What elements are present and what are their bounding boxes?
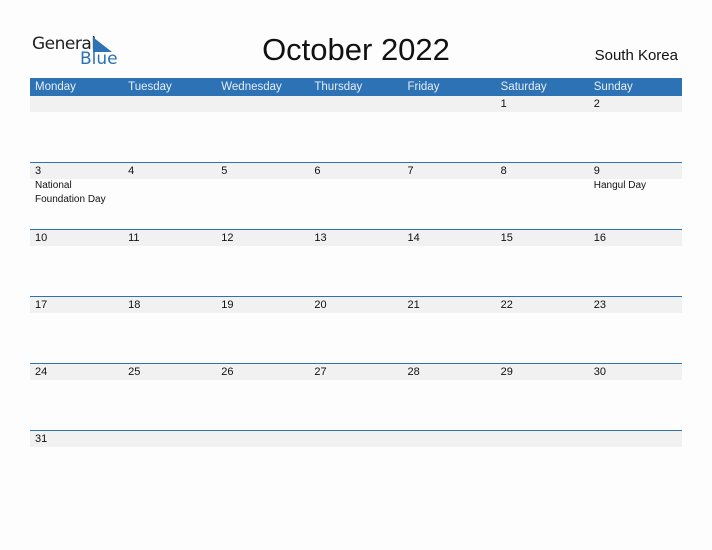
day-number[interactable]	[496, 431, 589, 447]
week-row: 12	[30, 96, 682, 112]
day-number[interactable]	[309, 96, 402, 112]
events-row: National Foundation Day Hangul Day	[30, 179, 682, 207]
day-number[interactable]: 1	[496, 96, 589, 112]
date-strip: 17 18 19 20 21 22 23	[30, 297, 682, 313]
day-number[interactable]	[403, 96, 496, 112]
weekday-tuesday: Tuesday	[128, 81, 172, 93]
weekday-saturday: Saturday	[500, 81, 547, 93]
weekday-monday: Monday	[35, 81, 76, 93]
day-number[interactable]: 13	[309, 230, 402, 246]
day-number[interactable]: 4	[123, 163, 216, 179]
holiday-label	[496, 179, 589, 207]
day-number[interactable]: 7	[403, 163, 496, 179]
weekday-header: Monday Tuesday Wednesday Thursday Friday…	[30, 78, 682, 96]
day-number[interactable]: 11	[123, 230, 216, 246]
day-number[interactable]	[30, 96, 123, 112]
weekday-wednesday: Wednesday	[221, 81, 282, 93]
day-number[interactable]	[123, 431, 216, 447]
day-number[interactable]: 3	[30, 163, 123, 179]
day-number[interactable]: 19	[216, 297, 309, 313]
day-number[interactable]: 12	[216, 230, 309, 246]
weekday-sunday: Sunday	[593, 81, 633, 93]
day-number[interactable]: 21	[403, 297, 496, 313]
holiday-label	[216, 179, 309, 207]
date-strip: 24 25 26 27 28 29 30	[30, 364, 682, 380]
day-number[interactable]: 5	[216, 163, 309, 179]
day-number[interactable]: 14	[403, 230, 496, 246]
day-number[interactable]: 23	[589, 297, 682, 313]
week-row: 10 11 12 13 14 15 16	[30, 229, 682, 246]
day-number[interactable]: 24	[30, 364, 123, 380]
weekday-friday: Friday	[407, 81, 440, 93]
week-row: 3 4 5 6 7 8 9 National Foundation Day Hangul Day	[30, 162, 682, 207]
date-strip: 3456789	[30, 163, 682, 179]
day-number[interactable]	[589, 431, 682, 447]
day-number[interactable]: 22	[496, 297, 589, 313]
day-number[interactable]: 27	[309, 364, 402, 380]
day-number[interactable]: 29	[496, 364, 589, 380]
weekday-thursday: Thursday	[314, 81, 363, 93]
day-number[interactable]: 15	[496, 230, 589, 246]
day-number[interactable]	[216, 96, 309, 112]
date-strip: 12	[30, 96, 682, 112]
day-number[interactable]: 17	[30, 297, 123, 313]
day-number[interactable]: 25	[123, 364, 216, 380]
day-number[interactable]: 26	[216, 364, 309, 380]
day-number[interactable]	[309, 431, 402, 447]
country-label: South Korea	[594, 47, 678, 64]
week-row: 17 18 19 20 21 22 23	[30, 296, 682, 313]
day-number[interactable]: 16	[589, 230, 682, 246]
day-number[interactable]: 20	[309, 297, 402, 313]
day-number[interactable]: 8	[496, 163, 589, 179]
date-strip: 31	[30, 431, 682, 447]
holiday-label: Hangul Day	[593, 180, 647, 191]
day-number[interactable]	[403, 431, 496, 447]
week-row: 31	[30, 430, 682, 447]
holiday-label	[403, 179, 496, 207]
day-number[interactable]: 6	[309, 163, 402, 179]
day-number[interactable]: 18	[123, 297, 216, 313]
week-row: 24 25 26 27 28 29 30	[30, 363, 682, 380]
day-number[interactable]: 10	[30, 230, 123, 246]
date-strip: 10 11 12 13 14 15 16	[30, 230, 682, 246]
day-number[interactable]: 31	[30, 431, 123, 447]
holiday-label	[123, 179, 216, 207]
day-number[interactable]	[216, 431, 309, 447]
day-number[interactable]: 2	[589, 96, 682, 112]
holiday-label	[309, 179, 402, 207]
day-number[interactable]: 9	[589, 163, 682, 179]
day-number[interactable]: 28	[403, 364, 496, 380]
day-number[interactable]	[123, 96, 216, 112]
holiday-label: National Foundation Day	[35, 180, 106, 205]
day-number[interactable]: 30	[589, 364, 682, 380]
